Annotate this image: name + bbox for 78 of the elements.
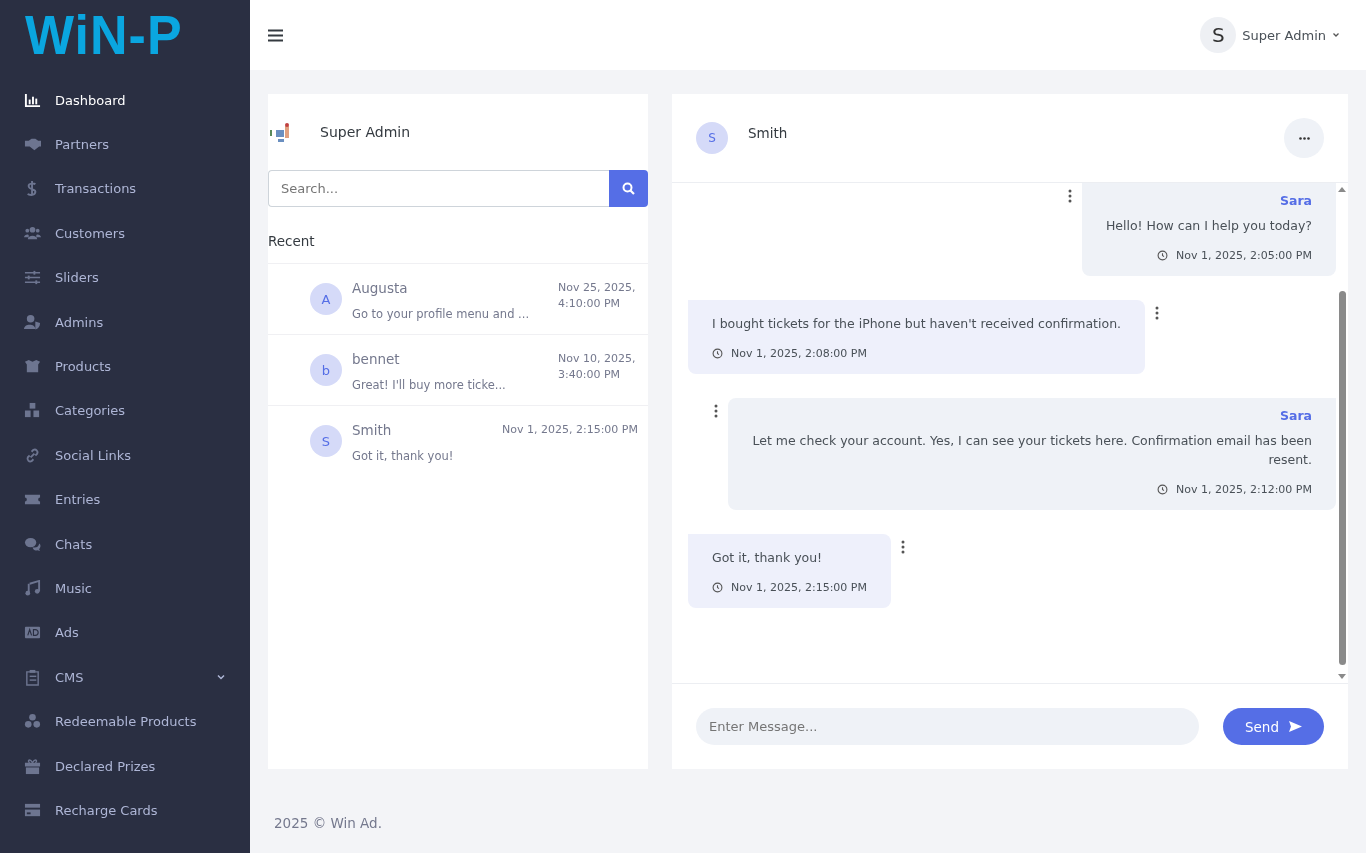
message-text: Let me check your account. Yes, I can see your tickets here. Confirmation email has been resent. xyxy=(752,432,1312,469)
sidebar-item[interactable]: Customers xyxy=(0,211,250,256)
sidebar-item[interactable]: Ads xyxy=(0,610,250,656)
conversation-item[interactable]: A Augusta Go to your profile menu and ... Nov 25, 2025, 4:10:00 PM xyxy=(268,263,648,334)
sliders-icon xyxy=(24,269,41,287)
search-button[interactable] xyxy=(609,170,648,207)
footer-text: 2025 © Win Ad. xyxy=(274,815,382,831)
sidebar-item[interactable]: Products xyxy=(0,344,250,389)
message-time: Nov 10, 2025, 3:40:00 PM xyxy=(558,351,637,383)
clock-icon xyxy=(712,348,723,359)
admin-name: Super Admin xyxy=(320,124,411,140)
user-name: Super Admin xyxy=(1242,27,1326,43)
user-avatar: S xyxy=(1200,17,1237,53)
more-vertical-icon[interactable] xyxy=(901,540,905,554)
sidebar-item[interactable]: CMS xyxy=(0,655,250,700)
sidebar-item[interactable]: Chats xyxy=(0,521,250,567)
gift-icon xyxy=(24,757,41,775)
clock-icon xyxy=(1157,250,1168,261)
message-text: I bought tickets for the iPhone but haven't received confirmation. xyxy=(712,315,1122,333)
conversation-item[interactable]: S Smith Got it, thank you! Nov 1, 2025, 2:15:00 PM xyxy=(268,405,648,476)
section-heading: Recent xyxy=(268,232,316,251)
menu-icon[interactable] xyxy=(268,28,283,42)
user-menu[interactable]: S Super Admin xyxy=(1200,17,1340,53)
message-time: Nov 1, 2025, 2:05:00 PM xyxy=(1176,249,1312,262)
clipboard-icon xyxy=(24,668,41,686)
message-time: Nov 1, 2025, 2:12:00 PM xyxy=(1176,483,1312,496)
conversation-item[interactable]: b bennet Great! I'll buy more ticke... Nov 10, 2025, 3:40:00 PM xyxy=(268,334,648,405)
clock-icon xyxy=(1157,484,1168,495)
sidebar-item[interactable]: Partners xyxy=(0,122,250,167)
message-time: Nov 25, 2025, 4:10:00 PM xyxy=(558,280,637,312)
contact-avatar: b xyxy=(310,354,342,386)
message-preview: Great! I'll buy more ticke... xyxy=(352,378,506,392)
message-preview: Got it, thank you! xyxy=(352,449,454,463)
more-vertical-icon[interactable] xyxy=(1067,189,1072,203)
message-time: Nov 1, 2025, 2:08:00 PM xyxy=(731,347,867,360)
chat-bubbles-icon xyxy=(24,535,41,553)
more-vertical-icon[interactable] xyxy=(1155,306,1160,320)
music-note-icon xyxy=(24,580,41,597)
contact-avatar: S xyxy=(696,122,728,154)
chart-icon xyxy=(24,91,41,109)
more-vertical-icon[interactable] xyxy=(714,404,718,418)
sidebar-item[interactable]: Admins xyxy=(0,299,250,345)
message-time: Nov 1, 2025, 2:15:00 PM xyxy=(502,422,638,438)
user-shield-icon xyxy=(24,313,41,331)
sidebar-item[interactable]: Sliders xyxy=(0,255,250,300)
contact-avatar: A xyxy=(310,283,342,315)
sidebar-item[interactable]: Categories xyxy=(0,388,250,434)
sender-name: Sara xyxy=(1278,193,1312,208)
send-icon xyxy=(1289,721,1302,732)
chevron-down-icon xyxy=(1332,31,1340,39)
contact-name: bennet xyxy=(352,351,401,367)
sidebar-item[interactable]: Music xyxy=(0,566,250,611)
contact-name: Smith xyxy=(352,422,393,438)
sidebar-item[interactable]: Entries xyxy=(0,477,250,522)
sidebar-item[interactable]: Dashboard xyxy=(0,78,250,123)
search-icon xyxy=(622,182,635,195)
send-button[interactable]: Send xyxy=(1223,708,1324,745)
sidebar-item[interactable]: Recharge Cards xyxy=(0,788,250,833)
sender-name: Sara xyxy=(1278,408,1312,423)
contact-avatar: S xyxy=(310,425,342,457)
sidebar-item[interactable]: Transactions xyxy=(0,166,250,212)
more-horizontal-icon xyxy=(1298,136,1310,140)
sidebar-item[interactable]: Redeemable Products xyxy=(0,699,250,744)
credit-card-icon xyxy=(24,801,41,819)
search-field[interactable]: Search... xyxy=(268,170,609,207)
contact-name: Smith xyxy=(748,125,789,141)
sidebar-item[interactable]: Social Links xyxy=(0,433,250,478)
message-time: Nov 1, 2025, 2:15:00 PM xyxy=(731,581,867,594)
link-icon xyxy=(24,446,41,464)
clock-icon xyxy=(712,582,723,593)
message-input[interactable]: Enter Message... xyxy=(696,708,1199,745)
sidebar-item[interactable]: Declared Prizes xyxy=(0,743,250,789)
message-text: Got it, thank you! xyxy=(712,549,824,567)
contact-name: Augusta xyxy=(352,280,409,296)
message-preview: Go to your profile menu and ... xyxy=(352,307,530,321)
message-text: Hello! How can I help you today? xyxy=(1105,217,1312,235)
users-icon xyxy=(24,224,41,242)
logo: WiN-P xyxy=(25,7,183,63)
